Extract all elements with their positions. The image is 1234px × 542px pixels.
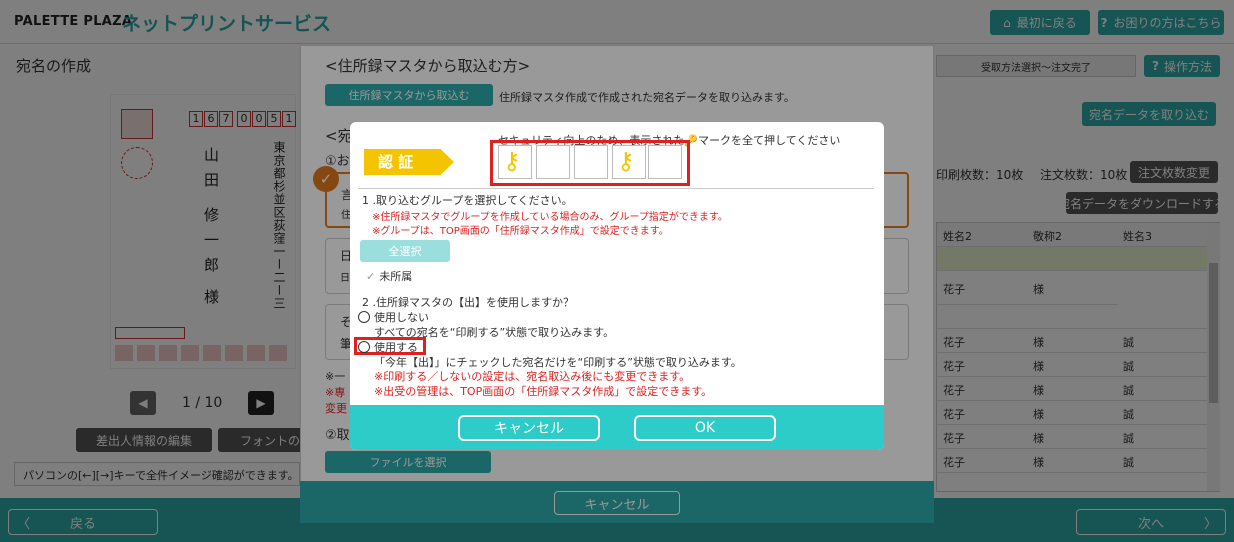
- question-1: 1 .取り込むグループを選択してください。: [362, 194, 573, 207]
- radio-no[interactable]: 使用しない: [358, 309, 429, 325]
- auth-badge: 認 証: [364, 149, 454, 175]
- key-button[interactable]: [648, 145, 682, 179]
- key-button[interactable]: [536, 145, 570, 179]
- unassigned-checkbox[interactable]: ✓ 未所属: [366, 268, 412, 284]
- key-icon: ⚷: [503, 147, 521, 175]
- radio-icon: [358, 341, 370, 353]
- note: ※グループは、TOP画面の「住所録マスタ作成」で設定できます。: [372, 226, 669, 237]
- select-all-button[interactable]: 全選択: [360, 240, 450, 262]
- key-button[interactable]: ⚷: [612, 145, 646, 179]
- auth-modal: 認 証 セキュリティ向上のため、表示された🔑マークを全て押してください ⚷ ⚷ …: [350, 122, 884, 450]
- key-button[interactable]: [574, 145, 608, 179]
- auth-ok-button[interactable]: OK: [634, 415, 776, 441]
- auth-cancel-button[interactable]: キャンセル: [458, 415, 600, 441]
- divider: [358, 188, 874, 189]
- check-icon: ✓: [366, 270, 376, 283]
- key-button[interactable]: ⚷: [498, 145, 532, 179]
- radio-yes[interactable]: 使用する: [358, 339, 418, 355]
- note: ※住所録マスタでグループを作成している場合のみ、グループ指定ができます。: [372, 212, 728, 223]
- note: ※印刷する／しないの設定は、宛名取込み後にも変更できます。: [374, 370, 691, 383]
- radio-icon: [358, 311, 370, 323]
- question-2: 2 .住所録マスタの【出】を使用しますか？: [362, 296, 574, 309]
- note: ※出受の管理は、TOP画面の「住所録マスタ作成」で設定できます。: [374, 385, 713, 398]
- auth-modal-footer: キャンセル OK: [350, 405, 884, 450]
- key-icon: ⚷: [617, 147, 635, 175]
